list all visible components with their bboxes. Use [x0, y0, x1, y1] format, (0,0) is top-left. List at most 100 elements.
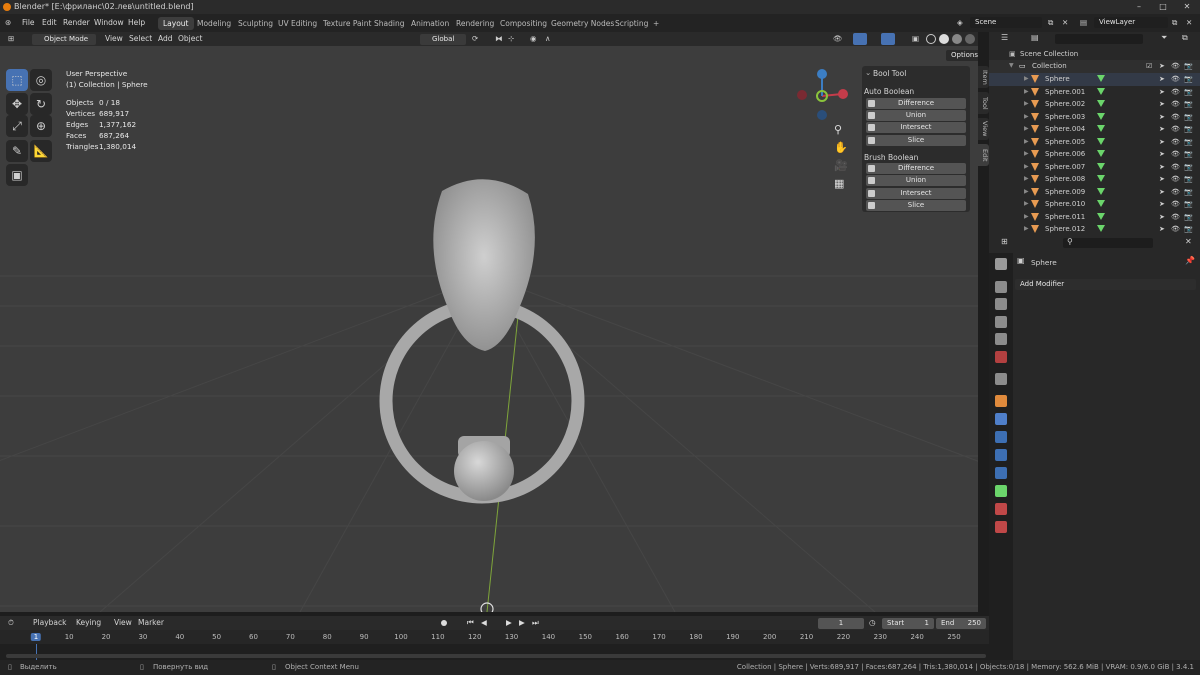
menu-help[interactable]: Help — [128, 14, 145, 32]
navigation-gizmo[interactable] — [795, 68, 850, 123]
select-arrow-icon[interactable]: ➤ — [1159, 98, 1165, 111]
brush-slice-button[interactable]: Slice — [866, 200, 966, 211]
expand-icon[interactable]: ▶ — [1024, 161, 1029, 174]
expand-icon[interactable]: ▶ — [1024, 186, 1029, 199]
blender-menu-icon[interactable]: ⊛ — [5, 14, 11, 32]
side-tab-edit[interactable]: Edit — [978, 144, 989, 166]
world-tab-icon[interactable] — [995, 351, 1007, 363]
scene-selector[interactable]: Scene — [970, 17, 1042, 28]
auto-union-button[interactable]: Union — [866, 110, 966, 121]
overlay-toggle-icon[interactable] — [881, 33, 895, 45]
shading-solid-icon[interactable] — [939, 34, 949, 44]
eye-icon[interactable]: 👁 — [1171, 60, 1180, 73]
outliner-object-row[interactable]: ▶ Sphere ➤ 👁 📷 — [989, 73, 1200, 86]
render-camera-icon[interactable]: 📷 — [1184, 136, 1193, 149]
outliner-object-row[interactable]: ▶ Sphere.003 ➤ 👁 📷 — [989, 111, 1200, 124]
tab-sculpting[interactable]: Sculpting — [233, 17, 278, 30]
new-scene-icon[interactable]: ⧉ — [1048, 14, 1053, 32]
cursor-tool[interactable]: ◎ — [30, 69, 52, 91]
keying-menu[interactable]: Keying — [76, 616, 101, 630]
current-frame-field[interactable]: 1 — [818, 618, 864, 629]
gizmo-toggle-icon[interactable] — [853, 33, 867, 45]
select-arrow-icon[interactable]: ➤ — [1159, 161, 1165, 174]
auto-slice-button[interactable]: Slice — [866, 135, 966, 146]
outliner-object-row[interactable]: ▶ Sphere.008 ➤ 👁 📷 — [989, 173, 1200, 186]
expand-icon[interactable]: ▶ — [1024, 223, 1029, 236]
maximize-button[interactable]: □ — [1152, 0, 1174, 14]
eye-icon[interactable]: 👁 — [1171, 173, 1180, 186]
outliner-editor-icon[interactable]: ☰ — [1001, 33, 1008, 42]
render-tab-icon[interactable] — [995, 281, 1007, 293]
visibility-icon[interactable]: 👁 — [833, 32, 843, 46]
tab-layout[interactable]: Layout — [158, 17, 194, 30]
outliner-object-row[interactable]: ▶ Sphere.010 ➤ 👁 📷 — [989, 198, 1200, 211]
scale-tool[interactable]: ⤢ — [6, 115, 28, 137]
select-arrow-icon[interactable]: ➤ — [1159, 86, 1165, 99]
constraints-tab-icon[interactable] — [995, 467, 1007, 479]
play-icon[interactable]: ▶ — [506, 616, 512, 630]
render-camera-icon[interactable]: 📷 — [1184, 198, 1193, 211]
eye-icon[interactable]: 👁 — [1171, 161, 1180, 174]
eye-icon[interactable]: 👁 — [1171, 211, 1180, 224]
expand-icon[interactable]: ▶ — [1024, 98, 1029, 111]
menu-edit[interactable]: Edit — [42, 14, 57, 32]
eye-icon[interactable]: 👁 — [1171, 198, 1180, 211]
end-frame-field[interactable]: End 250 — [936, 618, 986, 629]
scene-collection-row[interactable]: ▣ Scene Collection — [989, 48, 1200, 61]
select-arrow-icon[interactable]: ➤ — [1159, 73, 1165, 86]
clock-icon[interactable]: ◷ — [869, 616, 876, 630]
view-menu[interactable]: View — [105, 32, 123, 46]
tab-uv-editing[interactable]: UV Editing — [273, 17, 322, 30]
side-tab-tool[interactable]: Tool — [978, 92, 989, 114]
shading-rendered-icon[interactable] — [965, 34, 975, 44]
material-tab-icon[interactable] — [995, 503, 1007, 515]
properties-editor-icon[interactable]: ⊞ — [1001, 237, 1008, 246]
brush-union-button[interactable]: Union — [866, 175, 966, 186]
tool-tab-icon[interactable] — [995, 258, 1007, 270]
view-layer-icon[interactable]: ▤ — [1080, 14, 1087, 32]
minimize-button[interactable]: – — [1128, 0, 1150, 14]
eye-icon[interactable]: 👁 — [1171, 111, 1180, 124]
perspective-grid-icon[interactable]: ▦ — [834, 177, 844, 190]
particles-tab-icon[interactable] — [995, 431, 1007, 443]
output-tab-icon[interactable] — [995, 298, 1007, 310]
expand-icon[interactable]: ▶ — [1024, 111, 1029, 124]
select-arrow-icon[interactable]: ➤ — [1159, 136, 1165, 149]
eye-icon[interactable]: 👁 — [1171, 98, 1180, 111]
timeline-area[interactable]: 1 10 20 30 40 50 60 70 80 90 100 110 120 130 140 150 160… — [0, 630, 989, 660]
prev-key-icon[interactable]: ◀ — [481, 616, 487, 630]
outliner-object-row[interactable]: ▶ Sphere.006 ➤ 👁 📷 — [989, 148, 1200, 161]
render-camera-icon[interactable]: 📷 — [1184, 98, 1193, 111]
delete-scene-icon[interactable]: ✕ — [1062, 14, 1068, 32]
view-menu-timeline[interactable]: View — [114, 616, 132, 630]
render-camera-icon[interactable]: 📷 — [1184, 223, 1193, 236]
snap-icon[interactable]: ⧓ — [495, 32, 503, 46]
select-arrow-icon[interactable]: ➤ — [1159, 186, 1165, 199]
tab-texture-paint[interactable]: Texture Paint — [318, 17, 376, 30]
tab-scripting[interactable]: Scripting — [610, 17, 653, 30]
expand-icon[interactable]: ▶ — [1024, 136, 1029, 149]
add-workspace-button[interactable]: + — [648, 17, 664, 30]
close-button[interactable]: ✕ — [1176, 0, 1198, 14]
next-key-icon[interactable]: ▶ — [519, 616, 525, 630]
side-tab-item[interactable]: Item — [978, 66, 989, 88]
delete-view-layer-icon[interactable]: ✕ — [1186, 14, 1192, 32]
object-tab-icon[interactable] — [995, 395, 1007, 407]
eye-icon[interactable]: 👁 — [1171, 136, 1180, 149]
eye-icon[interactable]: 👁 — [1171, 73, 1180, 86]
tab-modeling[interactable]: Modeling — [192, 17, 236, 30]
xray-icon[interactable]: ▣ — [912, 32, 919, 46]
brush-difference-button[interactable]: Difference — [866, 163, 966, 174]
outliner-search-input[interactable] — [1055, 34, 1143, 44]
add-cube-tool[interactable]: ▣ — [6, 164, 28, 186]
eye-icon[interactable]: 👁 — [1171, 123, 1180, 136]
collection-row[interactable]: ▼ ▭ Collection ☑ ➤ 👁 📷 — [989, 60, 1200, 73]
outliner-object-row[interactable]: ▶ Sphere.002 ➤ 👁 📷 — [989, 98, 1200, 111]
expand-icon[interactable]: ▶ — [1024, 198, 1029, 211]
shading-wireframe-icon[interactable] — [926, 34, 936, 44]
display-mode-icon[interactable]: ▤ — [1031, 33, 1039, 42]
object-menu[interactable]: Object — [178, 32, 202, 46]
pan-hand-icon[interactable]: ✋ — [834, 141, 848, 154]
add-modifier-dropdown[interactable]: Add Modifier — [1015, 279, 1196, 290]
select-arrow-icon[interactable]: ➤ — [1159, 173, 1165, 186]
